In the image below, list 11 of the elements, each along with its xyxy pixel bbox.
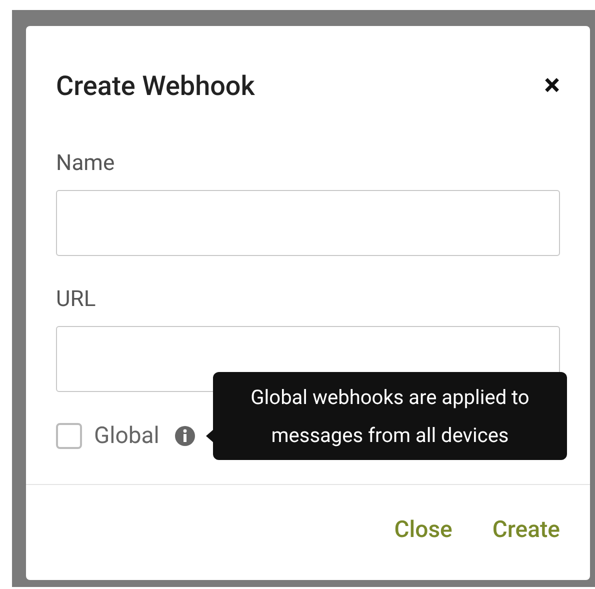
text-field[interactable] xyxy=(56,190,560,256)
field-label: Name xyxy=(56,150,116,178)
dialog-button[interactable]: Close xyxy=(394,513,452,548)
global-checkbox[interactable] xyxy=(56,423,82,449)
checkbox-label: Global xyxy=(94,420,160,451)
dialog-title: Create Webhook xyxy=(56,70,255,102)
close-button[interactable]: × xyxy=(544,71,560,101)
field-label: URL xyxy=(56,286,97,314)
tooltip-text: Global webhooks are applied to messages from all devices xyxy=(250,384,530,449)
dialog-button[interactable]: Create xyxy=(492,513,560,548)
info-icon[interactable] xyxy=(175,426,196,446)
